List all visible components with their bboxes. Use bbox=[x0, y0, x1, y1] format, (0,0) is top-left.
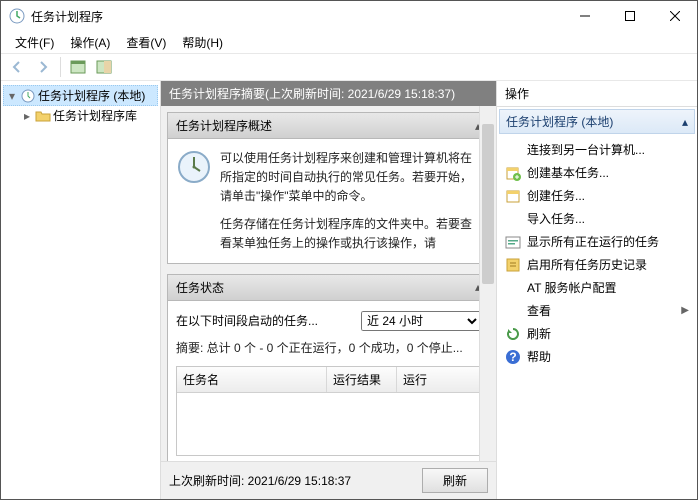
status-summary: 摘要: 总计 0 个 - 0 个正在运行，0 个成功，0 个停止... bbox=[176, 339, 481, 356]
new-basic-icon bbox=[505, 165, 521, 181]
toolbar-panes-button[interactable] bbox=[66, 56, 90, 78]
status-period-select[interactable]: 近 24 小时近 1 小时近 7 天近 30 天 bbox=[361, 311, 481, 331]
action-item[interactable]: ? 帮助 bbox=[499, 345, 695, 368]
table-header: 任务名 运行结果 运行 bbox=[177, 367, 480, 393]
center-footer: 上次刷新时间: 2021/6/29 15:18:37 刷新 bbox=[161, 461, 496, 499]
actions-panel: 操作 任务计划程序 (本地) ▴ 连接到另一台计算机... 创建基本任务... 创建… bbox=[497, 81, 697, 499]
status-label: 在以下时间段启动的任务... bbox=[176, 312, 353, 329]
menu-file[interactable]: 文件(F) bbox=[7, 32, 62, 53]
clock-icon bbox=[20, 88, 36, 104]
menu-view[interactable]: 查看(V) bbox=[118, 32, 174, 53]
action-label: 显示所有正在运行的任务 bbox=[527, 233, 659, 250]
col-name[interactable]: 任务名 bbox=[177, 367, 327, 392]
overview-text-1: 可以使用任务计划程序来创建和管理计算机将在所指定的时间自动执行的常见任务。若要开… bbox=[220, 149, 481, 207]
maximize-button[interactable] bbox=[607, 1, 652, 31]
tree-root-node[interactable]: ▾ 任务计划程序 (本地) bbox=[3, 85, 158, 106]
actions-title: 操作 bbox=[497, 81, 697, 107]
overview-title: 任务计划程序概述 bbox=[176, 117, 272, 134]
svg-text:?: ? bbox=[509, 350, 516, 364]
tree-expand-icon[interactable]: ▾ bbox=[6, 89, 18, 103]
status-body: 在以下时间段启动的任务... 近 24 小时近 1 小时近 7 天近 30 天 … bbox=[168, 301, 489, 461]
action-item[interactable]: AT 服务帐户配置 bbox=[499, 276, 695, 299]
action-label: AT 服务帐户配置 bbox=[527, 279, 617, 296]
status-title: 任务状态 bbox=[176, 279, 224, 296]
action-label: 创建基本任务... bbox=[527, 164, 609, 181]
action-label: 连接到另一台计算机... bbox=[527, 141, 645, 158]
title-bar: 任务计划程序 bbox=[1, 1, 697, 31]
status-panel: 任务状态 ▴ 在以下时间段启动的任务... 近 24 小时近 1 小时近 7 天… bbox=[167, 274, 490, 461]
new-icon bbox=[505, 188, 521, 204]
toolbar-separator bbox=[60, 57, 61, 77]
blank-icon bbox=[505, 303, 521, 319]
action-item[interactable]: 启用所有任务历史记录 bbox=[499, 253, 695, 276]
overview-panel: 任务计划程序概述 ▴ 可以使用任务计划程序来创建和管理计算机将在所指定的时间自动… bbox=[167, 112, 490, 264]
menu-bar: 文件(F) 操作(A) 查看(V) 帮助(H) bbox=[1, 31, 697, 53]
actions-subtitle[interactable]: 任务计划程序 (本地) ▴ bbox=[499, 109, 695, 134]
action-item[interactable]: 创建任务... bbox=[499, 184, 695, 207]
overview-header[interactable]: 任务计划程序概述 ▴ bbox=[168, 113, 489, 139]
col-run[interactable]: 运行 bbox=[397, 367, 480, 392]
col-result[interactable]: 运行结果 bbox=[327, 367, 397, 392]
refresh-button[interactable]: 刷新 bbox=[422, 468, 488, 493]
refresh-icon bbox=[505, 326, 521, 342]
action-label: 查看 bbox=[527, 302, 551, 319]
chevron-up-icon: ▴ bbox=[682, 115, 688, 129]
running-icon bbox=[505, 234, 521, 250]
blank-icon bbox=[505, 211, 521, 227]
tree-expand-icon[interactable]: ▸ bbox=[21, 109, 33, 123]
blank-icon bbox=[505, 142, 521, 158]
menu-help[interactable]: 帮助(H) bbox=[174, 32, 231, 53]
window-title: 任务计划程序 bbox=[31, 8, 562, 25]
action-item[interactable]: 连接到另一台计算机... bbox=[499, 138, 695, 161]
minimize-button[interactable] bbox=[562, 1, 607, 31]
action-item[interactable]: 显示所有正在运行的任务 bbox=[499, 230, 695, 253]
center-panel: 任务计划程序摘要(上次刷新时间: 2021/6/29 15:18:37) 任务计… bbox=[161, 81, 497, 499]
action-item[interactable]: 刷新 bbox=[499, 322, 695, 345]
tree-lib-label: 任务计划程序库 bbox=[53, 107, 137, 124]
last-refresh-label: 上次刷新时间: 2021/6/29 15:18:37 bbox=[169, 472, 351, 489]
action-label: 启用所有任务历史记录 bbox=[527, 256, 647, 273]
tree-lib-node[interactable]: ▸ 任务计划程序库 bbox=[3, 106, 158, 125]
overview-text-2: 任务存储在任务计划程序库的文件夹中。若要查看某单独任务上的操作或执行该操作，请 bbox=[220, 215, 481, 253]
window-controls bbox=[562, 1, 697, 31]
status-header[interactable]: 任务状态 ▴ bbox=[168, 275, 489, 301]
toolbar-help-button[interactable] bbox=[92, 56, 116, 78]
app-icon bbox=[9, 8, 25, 24]
menu-action[interactable]: 操作(A) bbox=[62, 32, 118, 53]
scrollbar[interactable] bbox=[479, 106, 496, 461]
actions-list: 连接到另一台计算机... 创建基本任务... 创建任务... 导入任务... 显示所有正… bbox=[497, 136, 697, 499]
overview-body: 可以使用任务计划程序来创建和管理计算机将在所指定的时间自动执行的常见任务。若要开… bbox=[168, 139, 489, 263]
back-button[interactable] bbox=[5, 56, 29, 78]
center-header: 任务计划程序摘要(上次刷新时间: 2021/6/29 15:18:37) bbox=[161, 81, 496, 106]
action-item[interactable]: 创建基本任务... bbox=[499, 161, 695, 184]
overview-clock-icon bbox=[176, 149, 212, 185]
center-body: 任务计划程序概述 ▴ 可以使用任务计划程序来创建和管理计算机将在所指定的时间自动… bbox=[161, 106, 496, 461]
chevron-right-icon: ▶ bbox=[681, 305, 689, 316]
folder-icon bbox=[35, 108, 51, 124]
forward-button[interactable] bbox=[31, 56, 55, 78]
close-button[interactable] bbox=[652, 1, 697, 31]
history-icon bbox=[505, 257, 521, 273]
action-label: 创建任务... bbox=[527, 187, 585, 204]
action-item[interactable]: 查看 ▶ bbox=[499, 299, 695, 322]
tree-root-label: 任务计划程序 (本地) bbox=[38, 87, 145, 104]
blank-icon bbox=[505, 280, 521, 296]
status-table: 任务名 运行结果 运行 bbox=[176, 366, 481, 456]
tree-panel: ▾ 任务计划程序 (本地) ▸ 任务计划程序库 bbox=[1, 81, 161, 499]
help-icon: ? bbox=[505, 349, 521, 365]
action-label: 帮助 bbox=[527, 348, 551, 365]
action-item[interactable]: 导入任务... bbox=[499, 207, 695, 230]
action-label: 导入任务... bbox=[527, 210, 585, 227]
main-area: ▾ 任务计划程序 (本地) ▸ 任务计划程序库 任务计划程序摘要(上次刷新时间:… bbox=[1, 81, 697, 499]
action-label: 刷新 bbox=[527, 325, 551, 342]
actions-subtitle-label: 任务计划程序 (本地) bbox=[506, 113, 613, 130]
toolbar bbox=[1, 53, 697, 81]
